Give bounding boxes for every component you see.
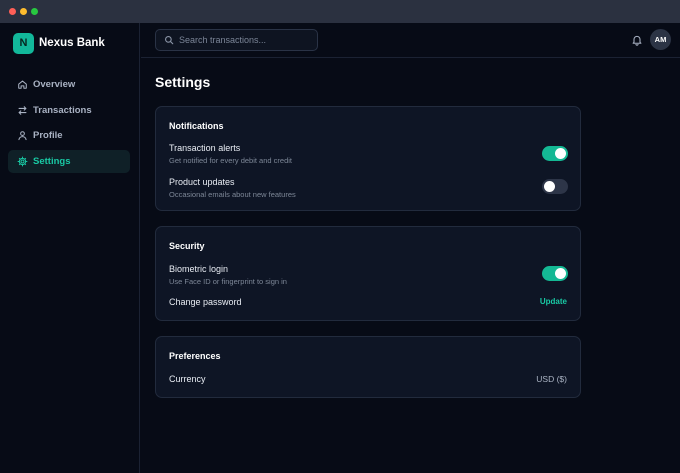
sidebar-item-profile[interactable]: Profile [8, 124, 130, 147]
avatar[interactable]: AM [650, 29, 671, 50]
setting-label: Biometric login [169, 264, 229, 274]
notifications-card: Notifications Transaction alerts Get not… [155, 106, 581, 211]
search-input[interactable] [179, 35, 309, 45]
page-title: Settings [155, 74, 211, 90]
setting-label: Currency [169, 374, 206, 384]
brand-logo: N [13, 32, 34, 54]
sidebar-item-label: Settings [33, 155, 71, 167]
preferences-card: Preferences Currency USD ($) [155, 336, 581, 398]
close-window-button[interactable] [9, 8, 16, 15]
bell-icon[interactable] [631, 34, 643, 46]
sidebar-item-settings[interactable]: Settings [8, 149, 130, 173]
zoom-window-button[interactable] [31, 8, 38, 15]
home-icon [17, 79, 28, 90]
setting-label: Change password [169, 297, 242, 307]
update-password-button[interactable]: Update [540, 297, 567, 306]
user-icon [17, 130, 28, 141]
minimize-window-button[interactable] [20, 8, 27, 15]
top-bar: AM [141, 23, 680, 58]
search-box[interactable] [155, 29, 318, 51]
biometric-login-toggle[interactable] [542, 266, 568, 281]
sidebar: N Nexus Bank Overview Transactions Profi… [0, 23, 140, 473]
card-title: Notifications [169, 121, 224, 131]
toggle-knob [555, 148, 566, 159]
sidebar-item-label: Profile [33, 130, 63, 141]
sidebar-item-label: Transactions [33, 104, 92, 116]
sidebar-item-label: Overview [33, 79, 76, 90]
search-icon [164, 35, 174, 45]
transfer-arrows-icon [17, 105, 28, 116]
security-card: Security Biometric login Use Face ID or … [155, 226, 581, 321]
sidebar-nav: Overview Transactions Profile Settings [8, 73, 130, 175]
product-updates-toggle[interactable] [542, 179, 568, 194]
brand: N Nexus Bank [13, 32, 105, 54]
toggle-knob [555, 268, 566, 279]
transaction-alerts-toggle[interactable] [542, 146, 568, 161]
toggle-knob [544, 181, 555, 192]
setting-description: Get notified for every debit and credit [169, 156, 292, 165]
sidebar-item-transactions[interactable]: Transactions [8, 99, 130, 122]
card-title: Preferences [169, 351, 221, 361]
currency-select[interactable]: USD ($) [536, 374, 567, 384]
setting-description: Use Face ID or fingerprint to sign in [169, 277, 287, 286]
gear-icon [17, 156, 28, 167]
setting-label: Transaction alerts [169, 143, 241, 153]
card-title: Security [169, 241, 205, 251]
brand-name: Nexus Bank [39, 37, 105, 49]
setting-description: Occasional emails about new features [169, 190, 296, 199]
setting-label: Product updates [169, 177, 235, 187]
window-titlebar [0, 0, 680, 23]
sidebar-item-overview[interactable]: Overview [8, 73, 130, 96]
